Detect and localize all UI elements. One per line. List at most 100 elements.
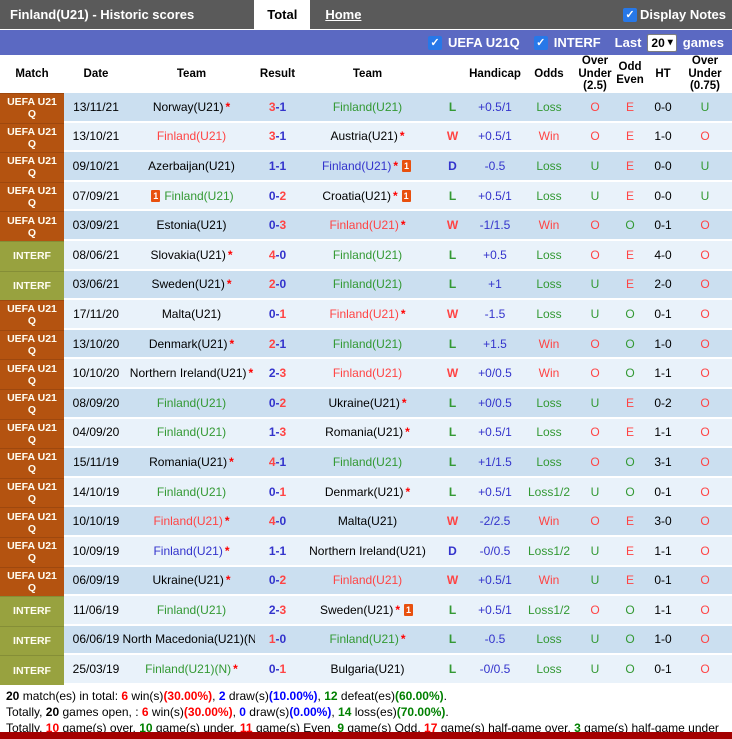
check-icon: ✓ [536,37,546,49]
summary-segment: . [445,704,449,719]
team-name: Northern Ireland(U21) [129,366,247,381]
handicap-result: Win [520,566,578,597]
over-under-25-value: O [578,418,612,449]
score: 0-1 [255,300,300,330]
home-team: Finland(U21) [128,388,255,419]
over-under-25-value: O [578,93,612,123]
league-badge: INTERF [0,596,64,626]
top-bar: Finland(U21) - Historic scores Total Hom… [0,0,732,29]
display-notes-toggle[interactable]: ✓ Display Notes [623,0,732,29]
handicap-result: Win [520,507,578,537]
table-row: UEFA U21 Q 07/09/21 1 Finland(U21) 0-2 Cr… [0,181,732,212]
odd-even-value: E [612,536,648,567]
team-name: Slovakia(U21) [150,247,226,262]
team-name: Azerbaijan(U21) [148,158,235,173]
over-under-075-value: O [678,122,732,153]
handicap-value: +0/0.5 [470,359,520,389]
team-name: Romania(U21) [149,454,228,469]
handicap-value: -0.5 [470,625,520,656]
handicap-result: Loss [520,181,578,212]
column-header-odd-even: Odd Even [616,61,644,86]
match-date: 13/11/21 [64,93,128,123]
uefa-u21q-checkbox[interactable]: ✓ [427,35,442,50]
column-header-team-away: Team [352,67,383,80]
result-letter: W [435,507,470,537]
handicap-result: Win [520,329,578,360]
summary-segment: draw(s) [225,688,269,703]
handicap-value: +0.5/1 [470,181,520,212]
league-badge: INTERF [0,240,64,271]
match-date: 14/10/19 [64,477,128,508]
page-title: Finland(U21) - Historic scores [10,7,195,22]
away-team: Northern Ireland(U21) [300,536,435,567]
table-row: UEFA U21 Q 13/10/20 Denmark(U21) * 2-1 Fi… [0,329,732,360]
score: 1-3 [255,418,300,449]
summary-segment: Totally, [6,704,46,719]
team-name: Finland(U21) [332,99,403,114]
over-under-25-value: O [578,329,612,360]
team-name: Finland(U21) [332,454,403,469]
handicap-value: +0.5/1 [470,566,520,597]
home-goals: 1 [268,543,276,558]
ht-score: 0-1 [648,655,678,685]
away-team: Finland(U21) * 1 [300,152,435,182]
team-name: North Macedonia(U21)(N) [122,632,261,647]
away-goals: 1 [279,99,287,114]
team-name: Bulgaria(U21) [330,662,405,677]
away-team: Finland(U21) [300,93,435,123]
match-date: 03/06/21 [64,270,128,301]
home-goals: 2 [268,277,276,292]
handicap-value: +0.5 [470,240,520,271]
handicap-value: -0/0.5 [470,536,520,567]
away-goals: 0 [279,632,287,647]
score: 4-1 [255,448,300,478]
score: 0-2 [255,181,300,212]
table-row: UEFA U21 Q 04/09/20 Finland(U21) 1-3 Rom… [0,418,732,449]
league-badge: UEFA U21 Q [0,93,64,123]
match-date: 06/09/19 [64,566,128,597]
score: 3-1 [255,122,300,153]
team-name: Estonia(U21) [156,218,227,233]
interf-checkbox[interactable]: ✓ [533,35,548,50]
team-name: Sweden(U21) [151,277,225,292]
away-team: Bulgaria(U21) [300,655,435,685]
ht-score: 4-0 [648,240,678,271]
ht-score: 3-0 [648,507,678,537]
match-date: 11/06/19 [64,596,128,626]
tab-total[interactable]: Total [254,0,311,29]
games-label: games [682,35,724,50]
table-row: INTERF 06/06/19 North Macedonia(U21)(N) … [0,625,732,656]
away-goals: 1 [279,306,287,321]
odd-even-value: E [612,566,648,597]
uefa-u21q-label: UEFA U21Q [447,35,520,50]
odd-even-value: E [612,388,648,419]
summary-segment: 0 [239,704,246,719]
team-name: Finland(U21) [332,366,403,381]
team-name: Norway(U21) [152,99,224,114]
tab-home[interactable]: Home [312,0,374,29]
ht-score: 2-0 [648,270,678,301]
match-date: 17/11/20 [64,300,128,330]
handicap-result: Loss [520,240,578,271]
home-team: Finland(U21) [128,122,255,153]
home-team: Ukraine(U21) * [128,566,255,597]
last-games-select[interactable]: 20 ▾ [647,33,677,52]
display-notes-checkbox[interactable]: ✓ [623,7,638,22]
team-name: Romania(U21) [325,425,404,440]
result-letter: L [435,448,470,478]
away-goals: 1 [279,454,287,469]
match-date: 04/09/20 [64,418,128,449]
team-name: Finland(U21) [321,158,392,173]
star-marker: * [405,425,410,440]
home-team: Finland(U21) * [128,536,255,567]
match-date: 10/10/20 [64,359,128,389]
over-under-075-value: O [678,359,732,389]
star-marker: * [224,514,230,529]
ht-score: 0-1 [648,211,678,241]
odd-even-value: O [612,448,648,478]
summary-section: 20 match(es) in total: 6 win(s)(30.00%),… [0,684,732,736]
home-team: Finland(U21) [128,418,255,449]
team-name: Malta(U21) [337,514,398,529]
match-date: 08/09/20 [64,388,128,419]
score: 1-1 [255,152,300,182]
